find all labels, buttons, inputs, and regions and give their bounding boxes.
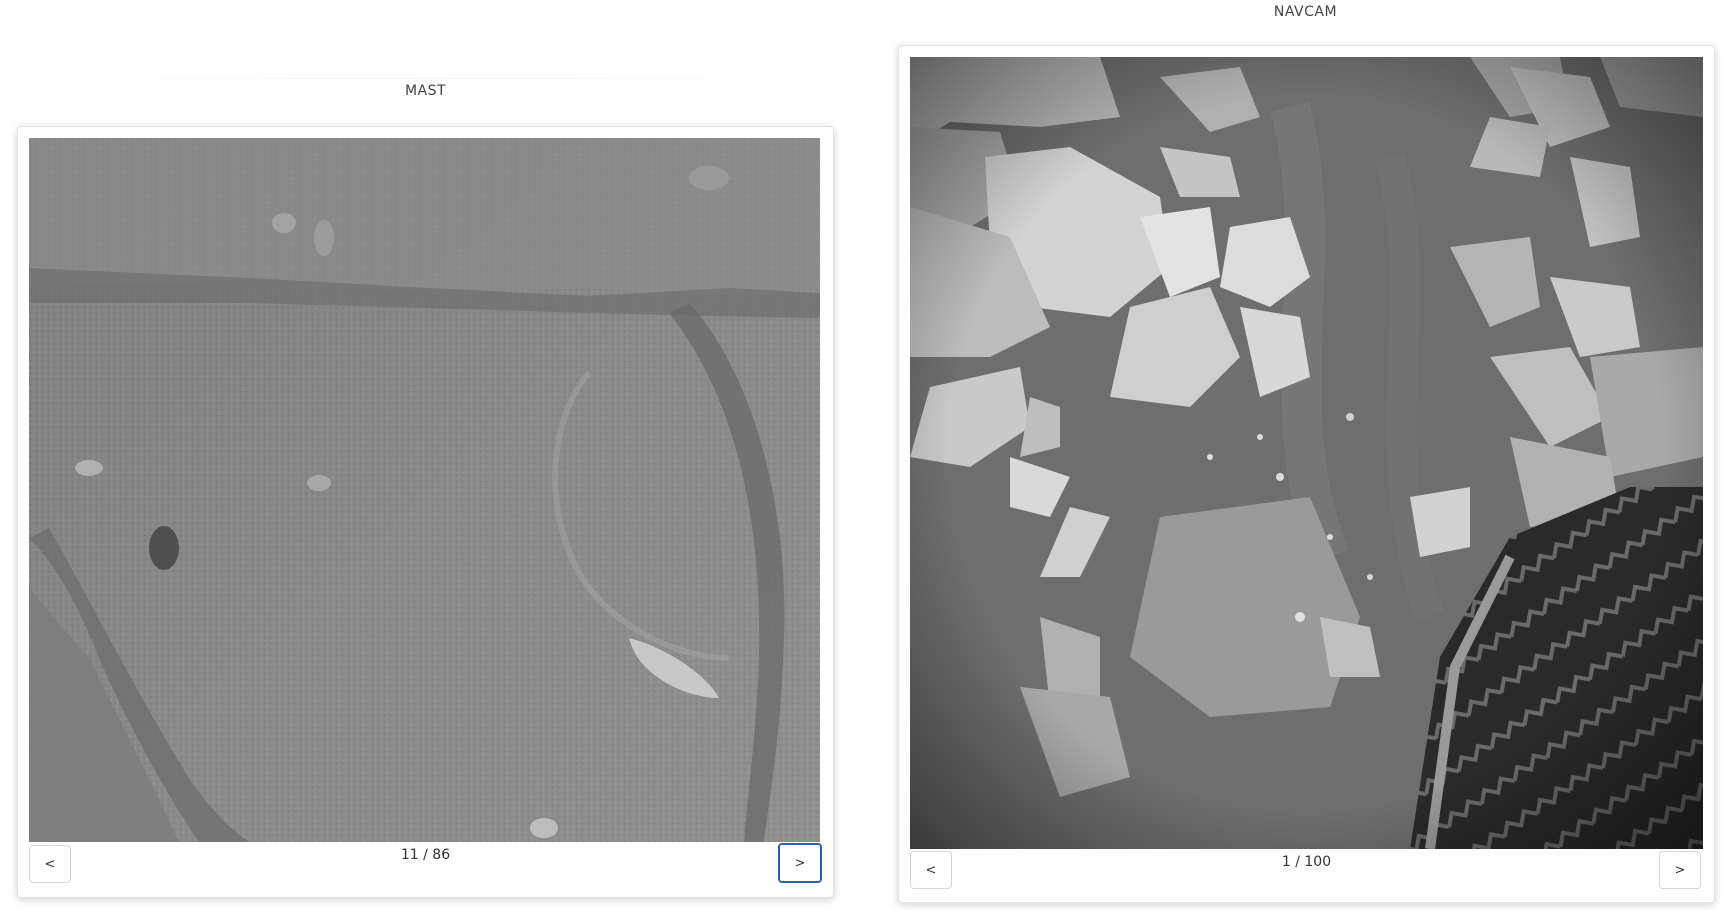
mast-image [29, 138, 820, 842]
mast-title: MAST [404, 83, 447, 99]
mast-next-button[interactable]: > [778, 843, 822, 883]
mast-divider [18, 78, 848, 79]
navcam-next-button[interactable]: > [1659, 851, 1701, 889]
navcam-title: NAVCAM [1273, 4, 1338, 20]
mast-card: 11 / 86 < > [17, 126, 834, 898]
navcam-counter: 1 / 100 [1281, 854, 1332, 870]
mast-counter: 11 / 86 [400, 847, 451, 863]
navcam-prev-button[interactable]: < [910, 851, 952, 889]
navcam-card: 1 / 100 < > [898, 45, 1715, 903]
navcam-image [910, 57, 1703, 849]
mast-prev-button[interactable]: < [29, 845, 71, 883]
